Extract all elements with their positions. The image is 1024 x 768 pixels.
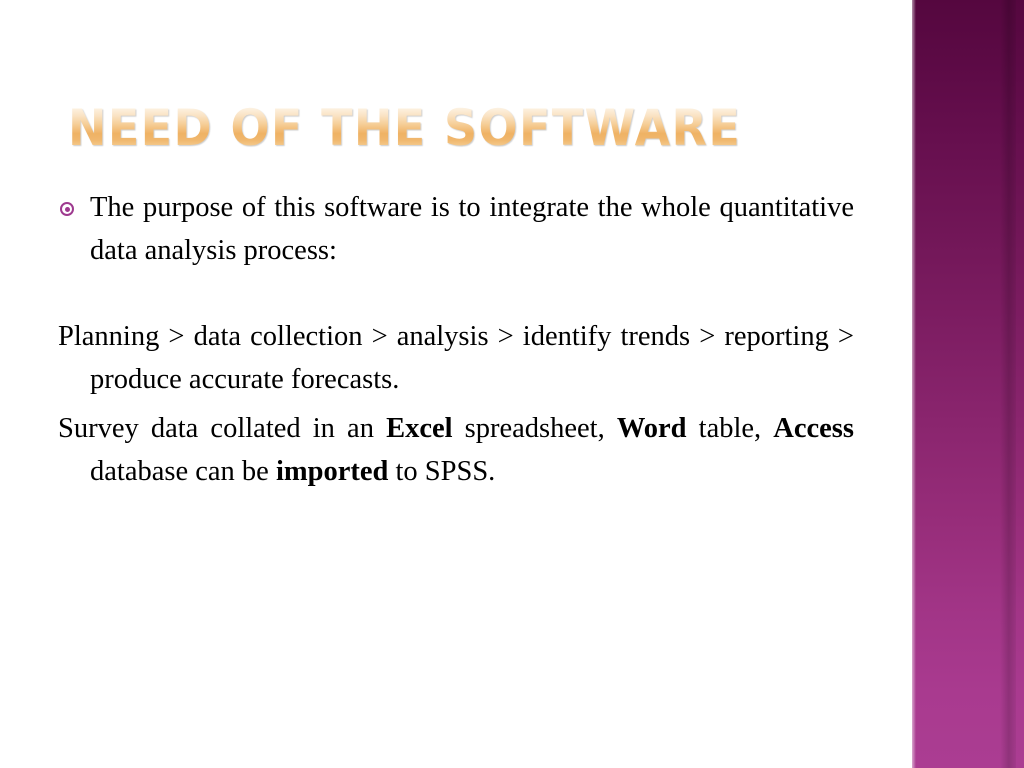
target-bullet-icon: [60, 202, 74, 216]
import-text-part4: database can be: [90, 456, 276, 487]
paragraph-purpose-text: The purpose of this software is to integ…: [90, 192, 854, 266]
import-app-word: Word: [616, 413, 687, 444]
import-text-part2: spreadsheet,: [452, 413, 617, 444]
paragraph-import-sources: Survey data collated in an Excel spreads…: [58, 407, 854, 493]
import-app-excel: Excel: [386, 413, 453, 444]
import-text-part5: to SPSS.: [388, 456, 496, 487]
paragraph-process-chain: Planning > data collection > analysis > …: [58, 315, 854, 401]
import-action-imported: imported: [275, 456, 389, 487]
paragraph-process-chain-text: Planning > data collection > analysis > …: [58, 321, 854, 395]
slide-body: The purpose of this software is to integ…: [58, 186, 854, 493]
title-container: NEED OF THE SOFTWARE: [68, 100, 868, 162]
bullet-paragraph-purpose: The purpose of this software is to integ…: [58, 186, 854, 272]
import-text-part1: Survey data collated in an: [58, 413, 387, 444]
import-text-part3: table,: [686, 413, 774, 444]
import-app-access: Access: [773, 413, 854, 444]
decorative-side-band: [912, 0, 1024, 768]
slide: NEED OF THE SOFTWARE The purpose of this…: [0, 0, 1024, 768]
page-title: NEED OF THE SOFTWARE: [68, 100, 804, 156]
